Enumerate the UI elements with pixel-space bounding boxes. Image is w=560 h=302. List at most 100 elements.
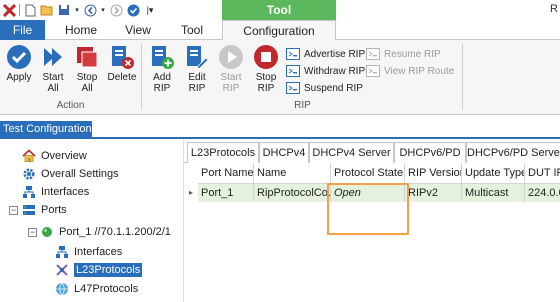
column-header-name[interactable]: Name — [254, 163, 331, 184]
tree-label: L47Protocols — [74, 283, 139, 295]
dropdown-arrow-icon[interactable]: ▾ — [100, 3, 106, 17]
view-rip-route-button[interactable]: View RIP Route — [366, 63, 454, 79]
protocols-icon — [55, 263, 69, 277]
new-file-icon[interactable] — [23, 3, 37, 17]
start-all-icon — [40, 44, 66, 70]
start-all-button[interactable]: Start All — [36, 44, 70, 94]
tree-item-interfaces[interactable]: Interfaces — [22, 183, 89, 201]
cell-port-name[interactable]: Port_1 — [198, 184, 254, 202]
cell-name[interactable]: RipProtocolCo... — [254, 184, 331, 202]
network-icon — [22, 185, 36, 199]
tab-dhcpv6-pd-server[interactable]: DHCPv6/PD Server — [466, 142, 560, 163]
callout-highlight-box — [327, 183, 409, 235]
add-rip-icon — [149, 44, 175, 70]
resume-rip-label: Resume RIP — [384, 48, 441, 60]
app-logo-icon — [2, 3, 16, 17]
start-all-label-1: Start — [42, 72, 64, 83]
tree-item-overview[interactable]: Overview — [22, 147, 87, 165]
tab-dhcpv4[interactable]: DHCPv4 — [259, 142, 309, 163]
gear-icon — [22, 167, 36, 181]
suspend-rip-button[interactable]: Suspend RIP — [286, 80, 363, 96]
cell-update-type[interactable]: Multicast — [462, 184, 525, 202]
protocol-tabs: L23Protocols DHCPv4 DHCPv4 Server DHCPv6… — [184, 142, 560, 163]
resume-rip-button[interactable]: Resume RIP — [366, 46, 441, 62]
protocol-panel: L23Protocols DHCPv4 DHCPv4 Server DHCPv6… — [183, 139, 560, 302]
stop-all-label-1: Stop — [76, 72, 98, 83]
advertise-rip-label: Advertise RIP — [304, 48, 366, 60]
column-header-rip-version[interactable]: RIP Version — [405, 163, 462, 184]
test-configuration-tab[interactable]: Test Configuration — [0, 121, 92, 137]
add-rip-button[interactable]: Add RIP — [145, 44, 179, 94]
edit-rip-button[interactable]: Edit RIP — [180, 44, 214, 94]
tab-l23protocols[interactable]: L23Protocols — [187, 142, 259, 163]
customize-menu-icon[interactable]: |▾ — [143, 3, 157, 17]
cell-rip-version[interactable]: RIPv2 — [405, 184, 462, 202]
config-tree: Overview Overall Settings Interfaces − P… — [0, 139, 183, 302]
suspend-rip-label: Suspend RIP — [304, 82, 363, 94]
status-dot-icon — [40, 225, 54, 239]
cell-dut-ip[interactable]: 224.0.0. — [525, 184, 560, 202]
start-all-label-2: All — [47, 83, 59, 94]
home-icon — [22, 149, 36, 163]
tree-label: Overall Settings — [41, 168, 119, 180]
tab-tool[interactable]: Tool — [172, 20, 212, 40]
tab-dhcpv4-server[interactable]: DHCPv4 Server — [309, 142, 394, 163]
tree-label: Ports — [41, 204, 67, 216]
open-folder-icon[interactable] — [40, 3, 54, 17]
play-icon — [218, 44, 244, 70]
tree-label: Interfaces — [74, 246, 123, 258]
tree-item-overall-settings[interactable]: Overall Settings — [22, 165, 119, 183]
add-rip-label-1: Add — [153, 72, 171, 83]
delete-button[interactable]: Delete — [105, 44, 139, 83]
stop-rip-label-2: RIP — [257, 83, 275, 94]
check-icon[interactable] — [126, 3, 140, 17]
row-selector[interactable]: ▸ — [184, 184, 198, 202]
tree-item-ports[interactable]: Ports — [22, 201, 67, 219]
tree-label: Port_1 //70.1.1.200/2/1 — [59, 226, 171, 238]
back-icon[interactable] — [83, 3, 97, 17]
advertise-rip-button[interactable]: Advertise RIP — [286, 46, 365, 62]
suspend-icon — [286, 82, 300, 94]
contextual-tab-header: Tool — [222, 0, 336, 20]
save-icon[interactable] — [57, 3, 71, 17]
separator — [19, 4, 20, 16]
start-rip-label-1: Start — [220, 72, 242, 83]
rip-group-label: RIP — [294, 100, 311, 111]
add-rip-label-2: RIP — [153, 83, 171, 94]
stop-all-button[interactable]: Stop All — [70, 44, 104, 94]
dropdown-arrow-icon[interactable]: ▾ — [74, 3, 80, 17]
resume-icon — [366, 48, 380, 60]
column-header-update-type[interactable]: Update Type — [462, 163, 525, 184]
tab-home[interactable]: Home — [56, 20, 106, 40]
tree-label: Interfaces — [41, 186, 90, 198]
column-header-port-name[interactable]: Port Name — [198, 163, 254, 184]
edit-rip-icon — [184, 44, 210, 70]
start-rip-button[interactable]: Start RIP — [214, 44, 248, 94]
collapse-toggle[interactable]: − — [28, 228, 37, 237]
ribbon: Apply Start All Stop All Delete Action A… — [0, 40, 560, 115]
tab-dhcpv6-pd[interactable]: DHCPv6/PD — [394, 142, 466, 163]
column-header-protocol-state[interactable]: Protocol State — [331, 163, 405, 184]
stop-icon — [253, 44, 279, 70]
tab-configuration[interactable]: Configuration — [222, 20, 336, 41]
tree-item-port1-l47protocols[interactable]: L47Protocols — [55, 280, 138, 298]
withdraw-icon — [286, 65, 300, 77]
tree-item-port1-interfaces[interactable]: Interfaces — [55, 243, 122, 261]
delete-icon — [109, 44, 135, 70]
delete-label: Delete — [107, 72, 137, 83]
tab-file[interactable]: File — [0, 20, 45, 40]
tree-label: L23Protocols — [74, 263, 143, 277]
stop-rip-button[interactable]: Stop RIP — [249, 44, 283, 94]
network-icon — [55, 245, 69, 259]
apply-button[interactable]: Apply — [2, 44, 36, 83]
tab-view[interactable]: View — [118, 20, 158, 40]
collapse-toggle[interactable]: − — [9, 206, 18, 215]
edit-rip-label-2: RIP — [188, 83, 206, 94]
forward-icon[interactable] — [109, 3, 123, 17]
apply-icon — [6, 44, 32, 70]
tree-item-port1-l23protocols[interactable]: L23Protocols — [55, 261, 143, 279]
ribbon-tab-row: File Home View Tool Configuration — [0, 20, 560, 41]
tree-item-port1[interactable]: Port_1 //70.1.1.200/2/1 — [40, 223, 171, 241]
withdraw-rip-button[interactable]: Withdraw RIP — [286, 63, 365, 79]
column-header-dut-ip[interactable]: DUT IP — [525, 163, 560, 184]
